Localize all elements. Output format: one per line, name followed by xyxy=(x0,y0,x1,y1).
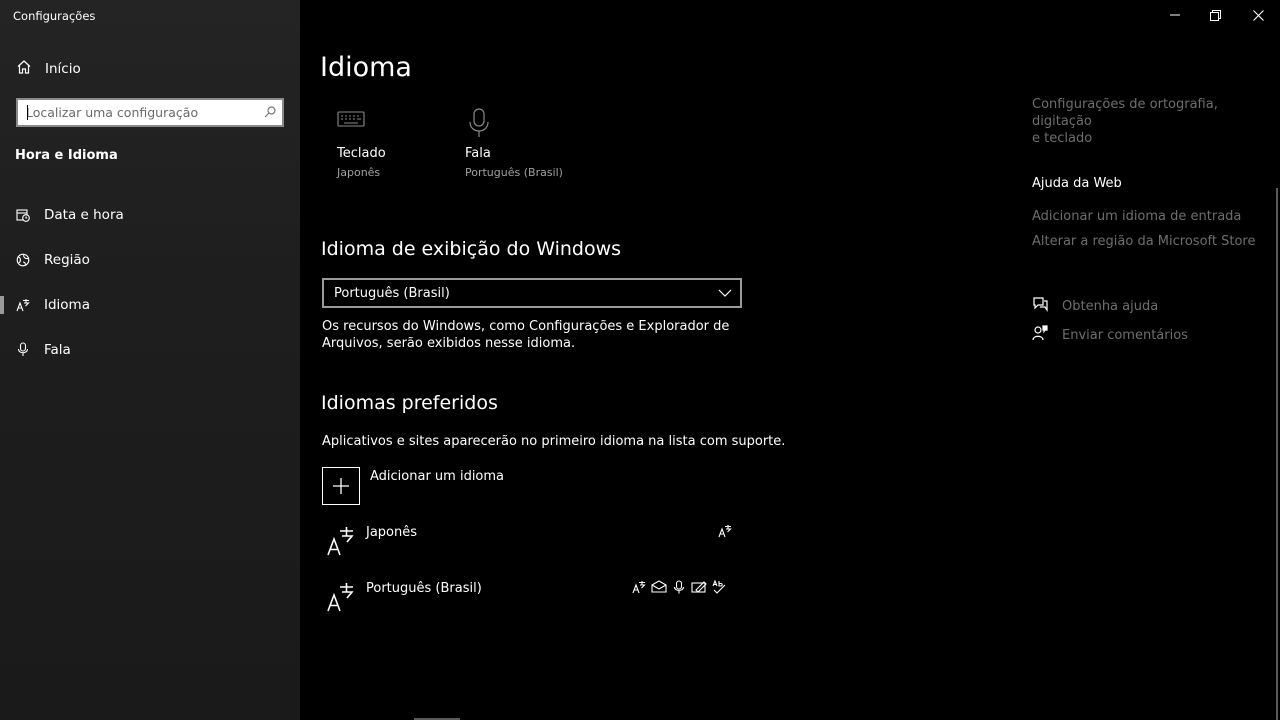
display-language-select[interactable]: Português (Brasil) xyxy=(322,278,742,308)
home-link[interactable]: Início xyxy=(16,60,81,78)
speech-recognition-icon xyxy=(672,579,686,598)
feedback-icon xyxy=(1032,325,1048,345)
tile-label: Fala xyxy=(465,146,491,161)
preferred-languages-heading: Idiomas preferidos xyxy=(321,392,498,414)
text-caret xyxy=(27,105,28,120)
tile-label: Teclado xyxy=(337,146,386,161)
language-item-japones[interactable]: Japonês xyxy=(322,525,742,565)
language-features xyxy=(632,579,726,598)
display-language-description: Os recursos do Windows, como Configuraçõ… xyxy=(322,318,729,352)
keyboard-icon xyxy=(337,111,365,132)
link-line: e teclado xyxy=(1032,131,1093,146)
search-icon[interactable] xyxy=(264,103,276,122)
minimize-icon xyxy=(1170,14,1180,16)
handwriting-icon xyxy=(691,579,707,598)
tile-teclado[interactable]: Teclado Japonês xyxy=(337,108,386,179)
language-item-portugues-brasil[interactable]: Português (Brasil) xyxy=(322,579,742,621)
send-feedback-link[interactable]: Enviar comentários xyxy=(1032,325,1188,345)
get-help-link[interactable]: Obtenha ajuda xyxy=(1032,296,1158,316)
restore-button[interactable] xyxy=(1192,0,1238,30)
sidebar-item-label: Região xyxy=(44,251,90,268)
sidebar-nav: Data e hora Região Idioma Fala xyxy=(0,192,300,372)
language-icon xyxy=(16,297,30,313)
page-title: Idioma xyxy=(320,52,412,83)
add-language-label: Adicionar um idioma xyxy=(370,469,505,484)
add-language-button[interactable]: Adicionar um idioma xyxy=(322,467,504,505)
display-language-icon xyxy=(632,579,646,598)
display-language-heading: Idioma de exibição do Windows xyxy=(321,238,622,260)
tile-sub: Português (Brasil) xyxy=(465,166,563,179)
close-button[interactable] xyxy=(1235,0,1280,30)
preferred-languages-description: Aplicativos e sites aparecerão no primei… xyxy=(322,434,786,449)
microphone-icon xyxy=(16,342,30,358)
chat-help-icon xyxy=(1032,296,1048,316)
sidebar-item-label: Fala xyxy=(44,341,71,358)
tile-fala[interactable]: Fala Português (Brasil) xyxy=(465,108,563,179)
sidebar-item-data-e-hora[interactable]: Data e hora xyxy=(0,192,300,237)
language-name: Português (Brasil) xyxy=(366,581,482,596)
restore-icon xyxy=(1209,9,1221,21)
link-line: Configurações de ortografia, digitação xyxy=(1032,97,1218,129)
language-glyph-icon xyxy=(326,581,356,617)
language-name: Japonês xyxy=(366,525,418,540)
calendar-clock-icon xyxy=(16,207,30,223)
tile-sub: Japonês xyxy=(337,166,381,179)
description-line: Arquivos, serão exibidos nesse idioma. xyxy=(322,336,576,351)
sidebar-item-idioma[interactable]: Idioma xyxy=(0,282,300,327)
sidebar-item-label: Data e hora xyxy=(44,206,124,223)
sidebar: Configurações Início Hora e Idioma Data … xyxy=(0,0,300,720)
home-icon xyxy=(16,59,32,79)
close-icon xyxy=(1252,9,1264,21)
sidebar-item-regiao[interactable]: Região xyxy=(0,237,300,282)
spellcheck-icon xyxy=(712,579,726,598)
search-box[interactable] xyxy=(16,98,284,127)
app-title: Configurações xyxy=(13,9,96,23)
select-value: Português (Brasil) xyxy=(334,285,450,301)
sidebar-item-fala[interactable]: Fala xyxy=(0,327,300,372)
chevron-down-icon xyxy=(718,286,732,304)
sidebar-item-label: Idioma xyxy=(44,296,90,313)
language-features xyxy=(718,523,732,542)
web-help-link[interactable]: Adicionar um idioma de entrada xyxy=(1032,208,1241,225)
vertical-scrollbar[interactable] xyxy=(1276,188,1278,720)
web-help-link[interactable]: Alterar a região da Microsoft Store xyxy=(1032,233,1255,250)
text-to-speech-icon xyxy=(651,579,667,598)
feedback-label: Enviar comentários xyxy=(1062,327,1188,343)
home-label: Início xyxy=(45,61,81,77)
plus-icon xyxy=(322,467,360,505)
globe-icon xyxy=(16,252,30,268)
language-glyph-icon xyxy=(326,525,356,561)
section-title: Hora e Idioma xyxy=(15,148,118,163)
search-input[interactable] xyxy=(26,105,264,120)
get-help-label: Obtenha ajuda xyxy=(1062,298,1159,314)
display-language-icon xyxy=(718,523,732,542)
web-help-heading: Ajuda da Web xyxy=(1032,176,1122,191)
related-settings-link[interactable]: Configurações de ortografia, digitação e… xyxy=(1032,96,1280,147)
microphone-icon xyxy=(465,108,493,142)
description-line: Os recursos do Windows, como Configuraçõ… xyxy=(322,319,730,334)
